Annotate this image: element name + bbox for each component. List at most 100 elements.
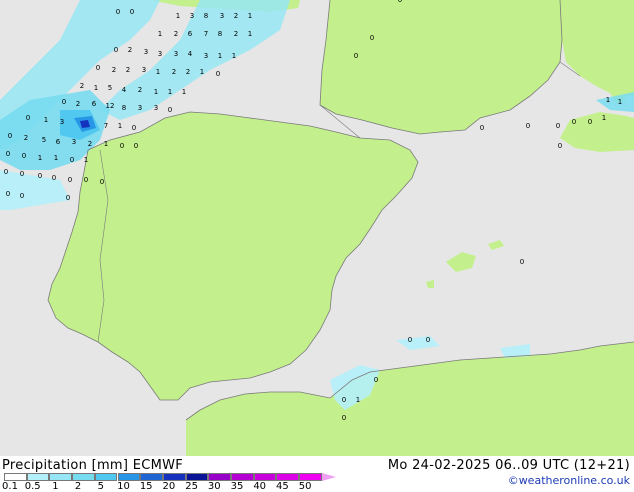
precip-value-label: 0 (120, 142, 124, 150)
precipitation-map: 0013832112678210233343110223122102154211… (0, 0, 634, 456)
legend-tick-label: 15 (139, 481, 153, 492)
legend-tick-label: 40 (253, 481, 267, 492)
legend-overflow-arrow (321, 473, 336, 481)
legend-color-cell (94, 473, 118, 481)
precip-value-label: 0 (114, 46, 118, 54)
map-canvas: 0 0 1 3 8 3 2 11 2 6 7 8 2 10 2 3 3 3 4 3 1 10 2 2 3 1 2 2 1 02 1 5 4 2 1 1… (0, 0, 634, 456)
precip-value-label: 0 (66, 194, 70, 202)
precip-value-label: 2 (128, 46, 132, 54)
precip-value-label: 0 (100, 178, 104, 186)
precip-value-label: 1 (44, 116, 48, 124)
precip-value-label: 1 (54, 154, 58, 162)
precip-value-label: 6 (188, 30, 193, 38)
precip-value-label: 0 (4, 168, 8, 176)
precip-value-label: 0 (96, 64, 100, 72)
precip-value-label: 1 (94, 84, 98, 92)
precip-value-label: 1 (168, 88, 172, 96)
legend-color-cell (49, 473, 73, 481)
precip-value-label: 0 (342, 414, 346, 422)
precip-value-label: 0 (20, 170, 24, 178)
precip-value-label: 0 (572, 118, 576, 126)
precip-value-label: 1 (176, 12, 180, 20)
precip-value-label: 6 (92, 100, 97, 108)
precip-value-label: 1 (38, 154, 42, 162)
precip-value-label: 5 (42, 136, 46, 144)
legend-tick-label: 10 (117, 481, 130, 492)
precip-value-label: 2 (174, 30, 178, 38)
legend-tick-label: 2 (74, 481, 82, 492)
precip-value-label: 0 (6, 190, 10, 198)
precip-value-label: 0 (130, 8, 134, 16)
precip-value-label: 2 (88, 140, 92, 148)
precip-value-label: 1 (218, 52, 222, 60)
precip-value-label: 2 (126, 66, 130, 74)
precip-value-label: 0 (116, 8, 120, 16)
precip-value-label: 2 (80, 82, 84, 90)
precip-value-label: 0 (132, 124, 136, 132)
precip-value-label: 0 (354, 52, 358, 60)
precip-value-label: 0 (26, 114, 30, 122)
legend-tick-label: 50 (298, 481, 312, 492)
legend-color-cell (276, 473, 300, 481)
footer-bar: Precipitation [mm] ECMWF Mo 24-02-2025 0… (0, 456, 634, 492)
precip-value-label: 1 (618, 98, 622, 106)
precip-value-label: 0 (526, 122, 530, 130)
precip-value-label: 0 (216, 70, 220, 78)
legend-color-cell (162, 473, 186, 481)
legend-color-cell (140, 473, 163, 481)
precip-value-label: 3 (142, 66, 146, 74)
chart-title: Precipitation [mm] ECMWF (2, 458, 184, 473)
precip-value-label: 7 (204, 30, 208, 38)
precip-value-label: 12 (106, 102, 115, 110)
precip-value-label: 6 (56, 138, 61, 146)
precip-value-label: 1 (232, 52, 236, 60)
precip-value-label: 2 (234, 12, 238, 20)
legend-tick-label: 0.5 (24, 481, 41, 492)
legend-color-cell (117, 473, 141, 481)
credit-link[interactable]: ©weatheronline.co.uk (508, 474, 630, 487)
precip-value-label: 8 (218, 30, 222, 38)
legend-tick-label: 25 (185, 481, 198, 492)
precip-value-label: 4 (122, 86, 127, 94)
precip-value-label: 3 (204, 52, 208, 60)
legend-color-cell (26, 473, 50, 481)
precip-value-label: 0 (8, 132, 12, 140)
precip-value-label: 1 (156, 68, 160, 76)
legend-color-cell (4, 473, 27, 481)
precip-value-label: 0 (52, 174, 56, 182)
precip-value-label: 3 (158, 50, 162, 58)
precip-value-label: 5 (108, 84, 112, 92)
precip-value-label: 4 (188, 50, 193, 58)
precip-value-label: 1 (602, 114, 606, 122)
legend-color-cell (185, 473, 209, 481)
precip-value-label: 3 (60, 118, 64, 126)
legend-tick-label: 0.1 (2, 481, 18, 492)
precip-value-label: 0 (68, 176, 72, 184)
precip-value-label: 1 (606, 96, 610, 104)
precip-value-label: 2 (24, 134, 28, 142)
precip-value-label: 1 (182, 88, 186, 96)
precip-value-label: 3 (190, 12, 194, 20)
precip-value-label: 2 (76, 100, 80, 108)
precip-value-label: 7 (104, 122, 108, 130)
precip-value-label: 0 (374, 376, 378, 384)
precip-value-label: 1 (200, 68, 204, 76)
precip-value-label: 2 (112, 66, 116, 74)
precip-value-label: 0 (84, 176, 88, 184)
legend-tick-label: 35 (230, 481, 244, 492)
precip-value-label: 0 (22, 152, 26, 160)
precip-value-label: 1 (158, 30, 162, 38)
legend-color-cell (208, 473, 231, 481)
precip-value-label: 2 (138, 86, 142, 94)
legend-tick-label: 20 (162, 481, 176, 492)
precip-value-label: 0 (6, 150, 10, 158)
precip-value-label: 8 (122, 104, 126, 112)
precip-value-label: 0 (398, 0, 402, 4)
precip-value-label: 2 (186, 68, 190, 76)
precip-value-label: 0 (370, 34, 374, 42)
precip-value-label: 0 (20, 192, 24, 200)
precip-value-label: 3 (144, 48, 148, 56)
precip-value-label: 0 (520, 258, 524, 266)
precip-value-label: 0 (134, 142, 138, 150)
precip-value-label: 1 (118, 122, 122, 130)
